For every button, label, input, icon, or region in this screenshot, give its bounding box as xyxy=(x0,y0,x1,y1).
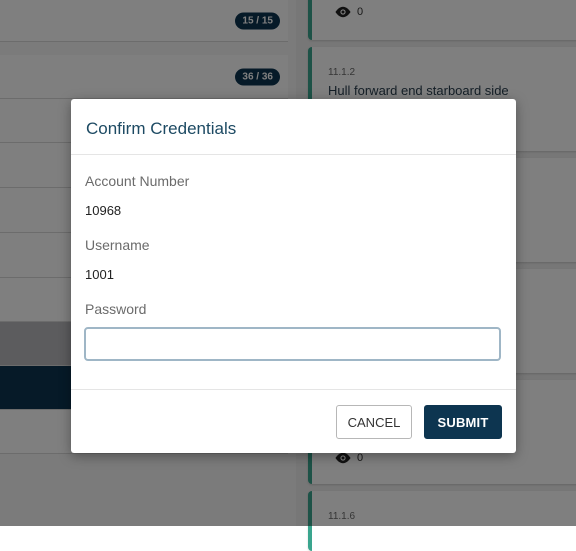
username-label: Username xyxy=(85,237,150,253)
dialog-footer: CANCEL SUBMIT xyxy=(71,389,516,453)
account-number-label: Account Number xyxy=(85,173,190,189)
password-label: Password xyxy=(85,301,147,317)
dialog-header: Confirm Credentials xyxy=(71,99,516,155)
cancel-button[interactable]: CANCEL xyxy=(336,405,412,439)
account-number-value: 10968 xyxy=(85,203,122,218)
dialog-title: Confirm Credentials xyxy=(86,119,237,138)
confirm-credentials-dialog: Confirm Credentials Account Number 10968… xyxy=(71,99,516,453)
username-value: 1001 xyxy=(85,267,114,282)
password-input[interactable] xyxy=(84,327,501,361)
submit-button[interactable]: SUBMIT xyxy=(424,405,502,439)
